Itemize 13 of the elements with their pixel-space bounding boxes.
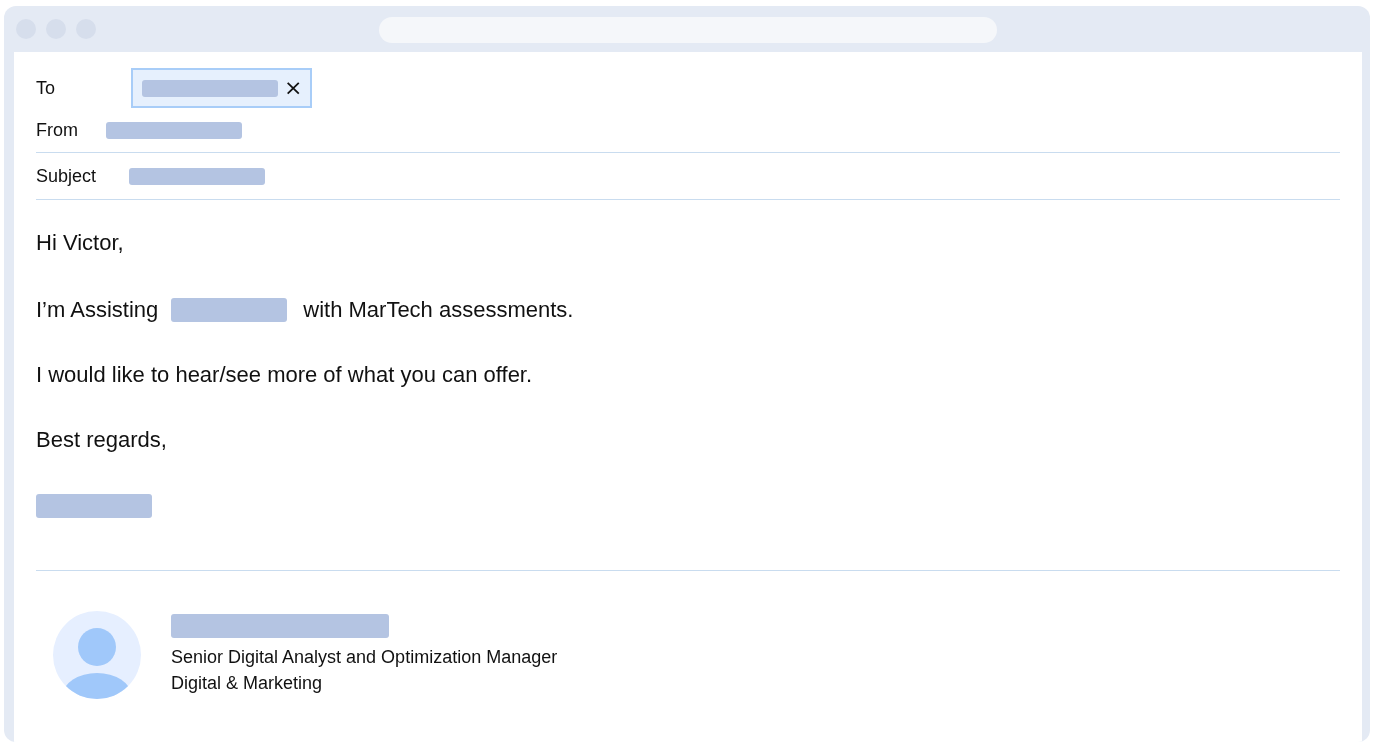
closing-text: Best regards, bbox=[36, 427, 168, 453]
field-label: From bbox=[36, 119, 79, 141]
greeting-text: Hi Victor, bbox=[36, 230, 125, 256]
job-title: Senior Digital Analyst and Optimization Manager bbox=[171, 646, 558, 669]
recipient-chip[interactable]: × bbox=[131, 68, 313, 108]
remove-button[interactable]: × bbox=[284, 77, 303, 99]
department-text: Digital & Marketing bbox=[171, 672, 324, 695]
body-text: I would like to hear/see more of what you can offer. bbox=[36, 362, 533, 388]
body-text: with MarTech assessments. bbox=[303, 297, 574, 323]
field-label: To bbox=[36, 77, 56, 99]
body-text: I’m Assisting bbox=[36, 297, 159, 323]
avatar-icon bbox=[53, 611, 141, 699]
field-label: Subject bbox=[36, 165, 98, 187]
